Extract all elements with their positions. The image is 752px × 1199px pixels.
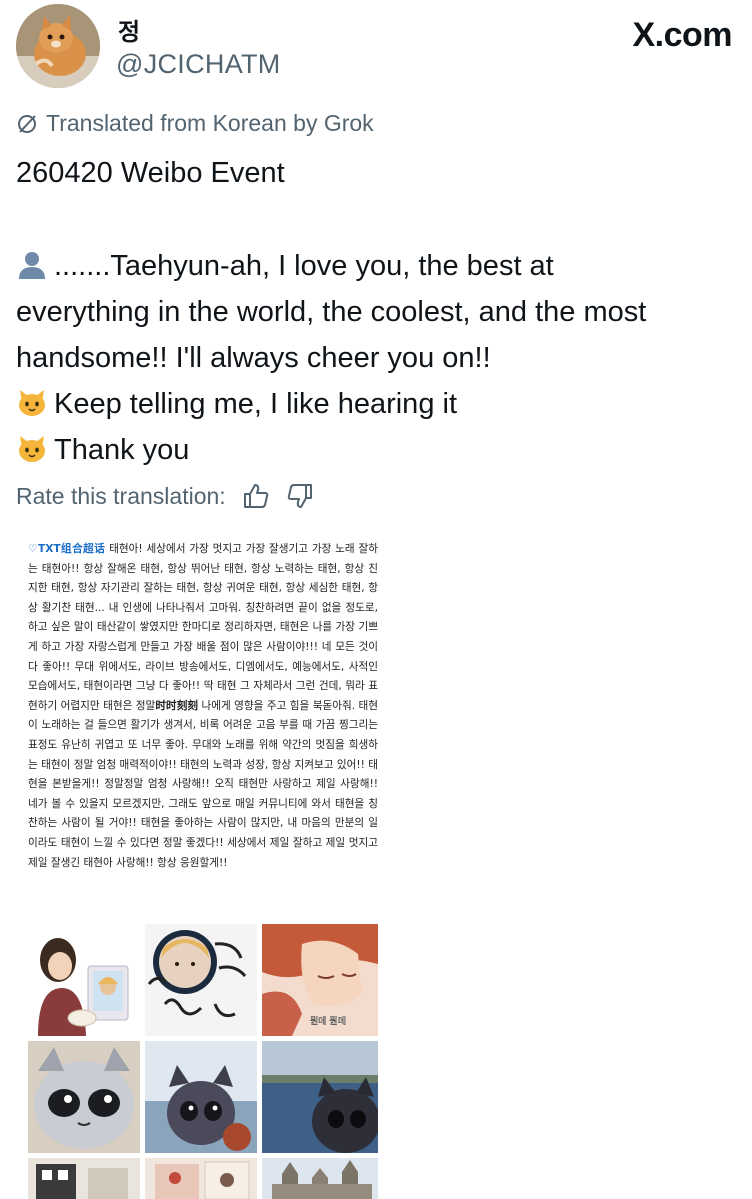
- thumbs-up-icon[interactable]: [242, 482, 270, 510]
- cat-face-emoji: [16, 432, 48, 464]
- user-handle[interactable]: @JCICHATM: [116, 49, 281, 80]
- weibo-highlight: 时时刻刻: [155, 699, 199, 712]
- weibo-post-text: ♡TXT组合超话 태현아! 세상에서 가장 멋지고 가장 잘생기고 가장 노래 …: [28, 540, 378, 873]
- photo-3-anime[interactable]: 뭔데 뭔데: [262, 924, 378, 1036]
- photo-7[interactable]: [28, 1158, 140, 1199]
- bust-silhouette-emoji: [16, 248, 48, 280]
- display-name[interactable]: 정: [118, 12, 140, 47]
- tweet-line: Keep telling me, I like hearing it: [16, 381, 738, 427]
- avatar[interactable]: [16, 4, 100, 88]
- cat-face-emoji: [16, 386, 48, 418]
- tweet-text: 260420 Weibo Event .......Taehyun-ah, I …: [16, 150, 738, 473]
- weibo-body: 나에게 영향을 주고 힘을 북돋아줘. 태현이 노래하는 걸 들으면 활기가 생…: [28, 699, 378, 869]
- tweet-line-text: .......Taehyun-ah, I love you, the best …: [54, 250, 554, 282]
- thumbs-down-icon[interactable]: [286, 482, 314, 510]
- tweet-line-title: 260420 Weibo Event: [16, 157, 285, 189]
- translation-notice-text: Translated from Korean by Grok: [46, 110, 374, 136]
- photo-5-plush-lake[interactable]: [145, 1041, 257, 1153]
- photo-2-meme[interactable]: [145, 924, 257, 1036]
- photo-4-plush[interactable]: [28, 1041, 140, 1153]
- photo-6-plush-water[interactable]: [262, 1041, 378, 1153]
- tweet-line-text: Keep telling me, I like hearing it: [54, 388, 457, 420]
- photo-3-caption: 뭔데 뭔데: [310, 1016, 346, 1027]
- rate-translation-label: Rate this translation:: [16, 482, 226, 509]
- weibo-post-image[interactable]: ♡TXT组合超话 태현아! 세상에서 가장 멋지고 가장 잘생기고 가장 노래 …: [28, 540, 378, 1199]
- photo-1-illustration[interactable]: [28, 924, 140, 1036]
- x-logo: X.com: [632, 16, 732, 54]
- tweet-line: Thank you: [16, 427, 738, 473]
- rate-translation: Rate this translation:: [16, 482, 314, 510]
- photo-9-cathedral[interactable]: [262, 1158, 378, 1199]
- tweet-line: .......Taehyun-ah, I love you, the best …: [16, 243, 738, 289]
- tweet-line: handsome!! I'll always cheer you on!!: [16, 342, 491, 374]
- weibo-topic-tag: ♡TXT组合超话: [28, 543, 106, 555]
- kitten-avatar-image: [16, 4, 100, 88]
- translation-notice: Translated from Korean by Grok: [16, 110, 374, 137]
- tweet-line: everything in the world, the coolest, an…: [16, 296, 647, 328]
- weibo-body: 태현아! 세상에서 가장 멋지고 가장 잘생기고 가장 노래 잘하는 태현아!!…: [28, 543, 378, 712]
- tweet-line-text: Thank you: [54, 434, 190, 466]
- tweet-header: 정 @JCICHATM X.com: [16, 4, 736, 88]
- slashed-circle-icon: [16, 113, 38, 135]
- photo-8[interactable]: [145, 1158, 257, 1199]
